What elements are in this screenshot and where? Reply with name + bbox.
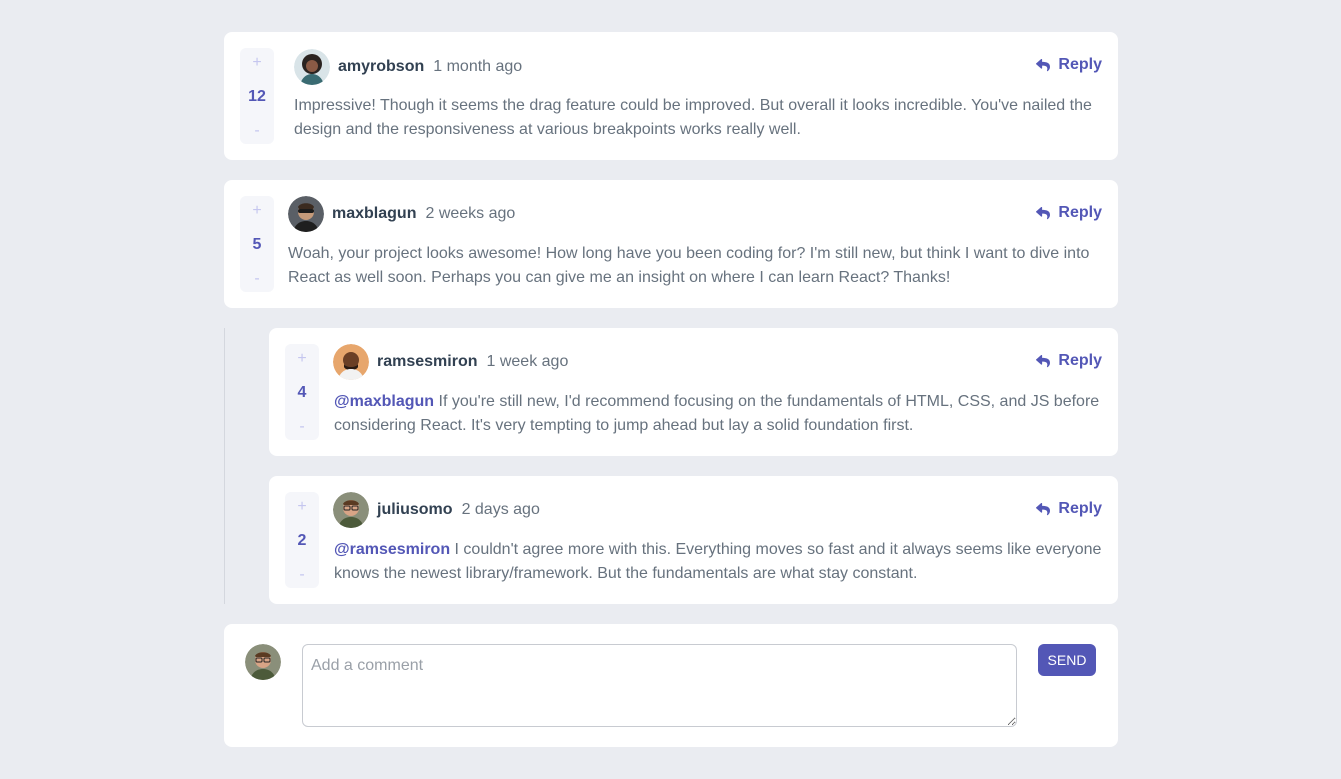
mention-link[interactable]: @ramsesmiron	[334, 541, 450, 558]
timestamp: 2 weeks ago	[425, 205, 516, 222]
comment-card: + 12 - amyrobson 1 month ago Reply Impre…	[224, 32, 1118, 160]
reply-button[interactable]: Reply	[1036, 204, 1102, 222]
username[interactable]: amyrobson	[338, 58, 424, 76]
reply-icon	[1036, 58, 1051, 71]
reply-button[interactable]: Reply	[1036, 500, 1102, 518]
score: 2	[297, 532, 307, 549]
downvote-button[interactable]: -	[299, 418, 304, 436]
score: 12	[248, 88, 266, 105]
downvote-button[interactable]: -	[299, 566, 304, 584]
reply-button[interactable]: Reply	[1036, 352, 1102, 370]
reply-icon	[1036, 502, 1051, 515]
comment-text: Woah, your project looks awesome! How lo…	[288, 245, 1090, 286]
comment-text: @ramsesmiron I couldn't agree more with …	[334, 538, 1104, 586]
avatar	[333, 344, 369, 380]
comment-input[interactable]	[302, 644, 1017, 727]
reply-label: Reply	[1058, 352, 1102, 369]
reply-label: Reply	[1058, 500, 1102, 517]
comment-header: ramsesmiron 1 week ago	[333, 344, 568, 380]
comment-text-body: If you're still new, I'd recommend focus…	[334, 393, 1100, 434]
reply-icon	[1036, 354, 1051, 367]
comment-text: @maxblagun If you're still new, I'd reco…	[334, 390, 1104, 438]
avatar	[294, 49, 330, 85]
comment-header: juliusomo 2 days ago	[333, 492, 540, 528]
downvote-button[interactable]: -	[254, 270, 259, 288]
upvote-button[interactable]: +	[252, 202, 261, 220]
username[interactable]: juliusomo	[377, 501, 453, 519]
comment-text: Impressive! Though it seems the drag fea…	[294, 97, 1092, 138]
mention-link[interactable]: @maxblagun	[334, 393, 434, 410]
vote-control: + 5 -	[240, 196, 274, 292]
username[interactable]: ramsesmiron	[377, 353, 478, 371]
vote-control: + 2 -	[285, 492, 319, 588]
score: 4	[297, 384, 307, 401]
send-button[interactable]: SEND	[1038, 644, 1096, 676]
timestamp: 2 days ago	[461, 501, 540, 518]
comment-text-body: I couldn't agree more with this. Everyth…	[334, 541, 1102, 582]
thread-line	[224, 328, 225, 604]
reply-button[interactable]: Reply	[1036, 56, 1102, 74]
reply-icon	[1036, 206, 1051, 219]
reply-label: Reply	[1058, 56, 1102, 73]
upvote-button[interactable]: +	[252, 54, 261, 72]
comment-composer: SEND	[224, 624, 1118, 747]
avatar	[333, 492, 369, 528]
comment-header: maxblagun 2 weeks ago	[288, 196, 515, 232]
upvote-button[interactable]: +	[297, 498, 306, 516]
score: 5	[252, 236, 262, 253]
timestamp: 1 month ago	[433, 58, 523, 75]
comment-card: + 5 - maxblagun 2 weeks ago Reply Woah, …	[224, 180, 1118, 308]
vote-control: + 4 -	[285, 344, 319, 440]
vote-control: + 12 -	[240, 48, 274, 144]
reply-label: Reply	[1058, 204, 1102, 221]
timestamp: 1 week ago	[486, 353, 569, 370]
comment-header: amyrobson 1 month ago	[294, 49, 522, 85]
reply-card: + 2 - juliusomo 2 days ago Reply @ramses…	[269, 476, 1118, 604]
upvote-button[interactable]: +	[297, 350, 306, 368]
current-user-avatar	[245, 644, 281, 680]
reply-card: + 4 - ramsesmiron 1 week ago Reply @maxb…	[269, 328, 1118, 456]
downvote-button[interactable]: -	[254, 122, 259, 140]
username[interactable]: maxblagun	[332, 205, 416, 223]
avatar	[288, 196, 324, 232]
